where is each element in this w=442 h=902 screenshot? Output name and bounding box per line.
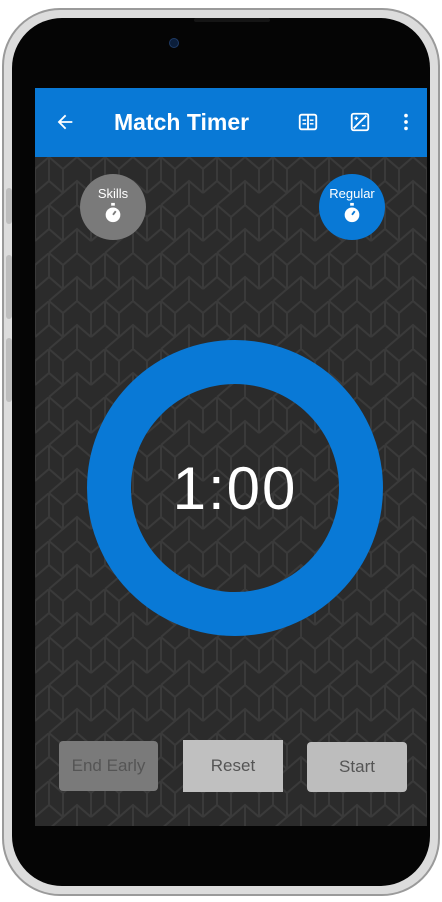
timer-ring: 1:00 (87, 340, 383, 636)
image-edit-icon[interactable] (344, 106, 376, 138)
front-camera (169, 38, 179, 48)
timer-display: 1:00 (172, 454, 298, 522)
stopwatch-icon (105, 202, 121, 223)
earpiece (194, 18, 270, 22)
start-button[interactable]: Start (307, 742, 407, 792)
arrow-left-icon[interactable] (49, 106, 81, 138)
mode-skills-label: Skills (97, 186, 129, 201)
reset-button[interactable]: Reset (183, 740, 283, 792)
page-title: Match Timer (114, 109, 250, 135)
stopwatch-icon (344, 202, 360, 223)
app-screen: Match Timer Skills Regular 1:00 End Earl… (35, 88, 427, 826)
mode-skills-button[interactable]: Skills (80, 174, 146, 240)
app-bar: Match Timer (35, 88, 427, 157)
more-vert-icon[interactable] (390, 106, 422, 138)
timer-content: Skills Regular 1:00 End Early Reset Star… (35, 157, 427, 826)
book-icon[interactable] (292, 106, 324, 138)
mode-regular-label: Regular (329, 186, 375, 201)
end-early-button[interactable]: End Early (59, 741, 158, 791)
mode-regular-button[interactable]: Regular (319, 174, 385, 240)
